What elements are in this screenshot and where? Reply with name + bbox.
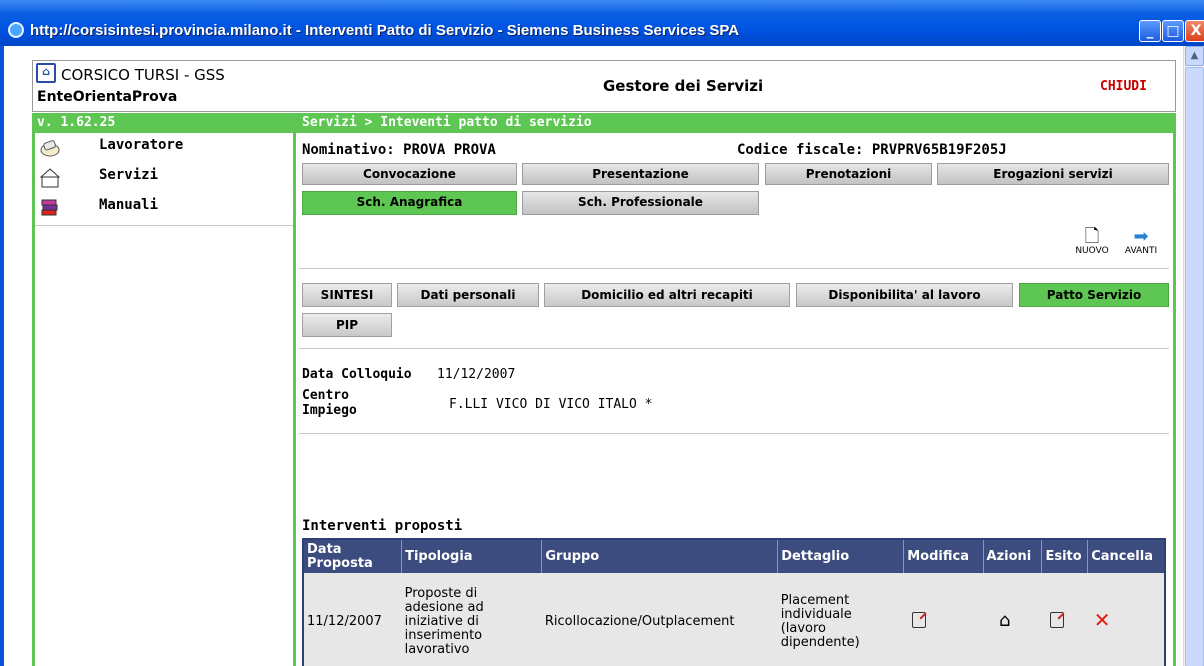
table-header-row: Data Proposta Tipologia Gruppo Dettaglio…: [303, 539, 1165, 573]
data-colloquio-value: 11/12/2007: [437, 367, 516, 382]
close-window-button[interactable]: X: [1185, 20, 1204, 42]
tab-erogazioni-servizi[interactable]: Erogazioni servizi: [937, 163, 1169, 185]
edit-esito-icon[interactable]: [1049, 611, 1064, 628]
subtab-pip[interactable]: PIP: [302, 313, 392, 337]
org-name: CORSICO TURSI - GSS: [61, 66, 225, 84]
tab-convocazione[interactable]: Convocazione: [302, 163, 517, 185]
sidebar-divider: [35, 225, 293, 226]
arrow-right-icon: ➡: [1133, 226, 1149, 247]
sidebar-item-lavoratore[interactable]: Lavoratore: [39, 135, 294, 163]
new-document-icon: 🗋: [1084, 226, 1100, 247]
nuovo-label: NUOVO: [1075, 246, 1109, 256]
avanti-button[interactable]: ➡ AVANTI: [1119, 226, 1163, 257]
centro-impiego-value: F.LLI VICO DI VICO ITALO *: [449, 397, 653, 412]
nominativo-label: Nominativo: PROVA PROVA: [302, 142, 496, 158]
data-colloquio-label: Data Colloquio: [302, 367, 412, 382]
books-icon: [41, 199, 58, 216]
edit-icon[interactable]: [911, 611, 926, 628]
col-tipologia: Tipologia: [401, 539, 543, 573]
divider: [299, 268, 1169, 269]
col-cancella: Cancella: [1087, 539, 1165, 573]
col-azioni: Azioni: [983, 539, 1043, 573]
sidebar-item-manuali[interactable]: Manuali: [39, 195, 294, 223]
divider: [299, 433, 1169, 434]
services-icon: [39, 168, 61, 188]
gss-logo-icon: ⌂: [36, 63, 56, 83]
nuovo-button[interactable]: 🗋 NUOVO: [1074, 226, 1110, 257]
cell-data: 11/12/2007: [303, 573, 402, 666]
ente-name: EnteOrientaProva: [37, 89, 178, 105]
col-data-proposta: Data Proposta: [303, 539, 403, 573]
status-bar: v. 1.62.25 Servizi > Inteventi patto di …: [32, 113, 1176, 133]
app-header: ⌂ CORSICO TURSI - GSS EnteOrientaProva G…: [32, 60, 1176, 112]
breadcrumb: Servizi > Inteventi patto di servizio: [302, 115, 592, 130]
window-titlebar: http://corsisintesi.provincia.milano.it …: [0, 0, 1204, 46]
minimize-button[interactable]: _: [1139, 20, 1161, 42]
col-dettaglio: Dettaglio: [777, 539, 905, 573]
interventi-title: Interventi proposti: [302, 518, 463, 534]
scroll-up-arrow-icon[interactable]: ▲: [1185, 46, 1204, 66]
sidebar-item-label: Lavoratore: [99, 137, 184, 153]
maximize-button[interactable]: □: [1162, 20, 1184, 42]
worker-icon: [40, 140, 60, 157]
app-title: Gestore dei Servizi: [603, 77, 764, 95]
home-icon[interactable]: ⌂: [999, 611, 1010, 629]
sidebar-item-servizi[interactable]: Servizi: [39, 165, 294, 193]
subtab-disponibilita[interactable]: Disponibilita' al lavoro: [796, 283, 1013, 307]
delete-icon[interactable]: ✕: [1094, 608, 1111, 632]
main-panel: Nominativo: PROVA PROVA Codice fiscale: …: [299, 133, 1176, 666]
col-esito: Esito: [1041, 539, 1089, 573]
avanti-label: AVANTI: [1124, 246, 1158, 256]
cell-esito: [1041, 573, 1088, 666]
col-modifica: Modifica: [903, 539, 984, 573]
window-title: http://corsisintesi.provincia.milano.it …: [30, 22, 740, 39]
tab-presentazione[interactable]: Presentazione: [522, 163, 759, 185]
divider: [299, 348, 1169, 349]
sidebar-item-label: Manuali: [99, 197, 159, 213]
codice-fiscale-label: Codice fiscale: PRVPRV65B19F205J: [737, 142, 1007, 158]
page-content: ⌂ CORSICO TURSI - GSS EnteOrientaProva G…: [4, 46, 1183, 666]
tab-sch-professionale[interactable]: Sch. Professionale: [522, 191, 759, 215]
tab-prenotazioni[interactable]: Prenotazioni: [765, 163, 932, 185]
centro-impiego-label-2: Impiego: [302, 403, 357, 418]
sidebar: Lavoratore Servizi Manuali: [32, 133, 296, 666]
subtab-patto-servizio[interactable]: Patto Servizio: [1019, 283, 1169, 307]
interventi-table: Data Proposta Tipologia Gruppo Dettaglio…: [302, 538, 1166, 666]
subtab-dati-personali[interactable]: Dati personali: [397, 283, 539, 307]
sidebar-item-label: Servizi: [99, 167, 159, 183]
subtab-sintesi[interactable]: SINTESI: [302, 283, 392, 307]
cell-dettaglio: Placement individuale (lavoro dipendente…: [777, 573, 904, 666]
table-row: 11/12/2007 Proposte di adesione ad inizi…: [303, 573, 1165, 666]
version-label: v. 1.62.25: [37, 115, 116, 130]
vertical-scrollbar[interactable]: ▲: [1183, 46, 1204, 666]
cell-cancella: ✕: [1087, 573, 1165, 666]
tab-sch-anagrafica[interactable]: Sch. Anagrafica: [302, 191, 517, 215]
cell-tipologia: Proposte di adesione ad iniziative di in…: [401, 573, 542, 666]
subtab-domicilio[interactable]: Domicilio ed altri recapiti: [544, 283, 790, 307]
cell-modifica: [903, 573, 984, 666]
chiudi-link[interactable]: CHIUDI: [1100, 79, 1147, 94]
col-gruppo: Gruppo: [541, 539, 779, 573]
scroll-thumb[interactable]: [1185, 67, 1204, 666]
cell-gruppo: Ricollocazione/Outplacement: [541, 573, 778, 666]
browser-icon: [8, 22, 24, 38]
centro-impiego-label: Centro: [302, 388, 349, 403]
cell-azioni: ⌂: [983, 573, 1042, 666]
